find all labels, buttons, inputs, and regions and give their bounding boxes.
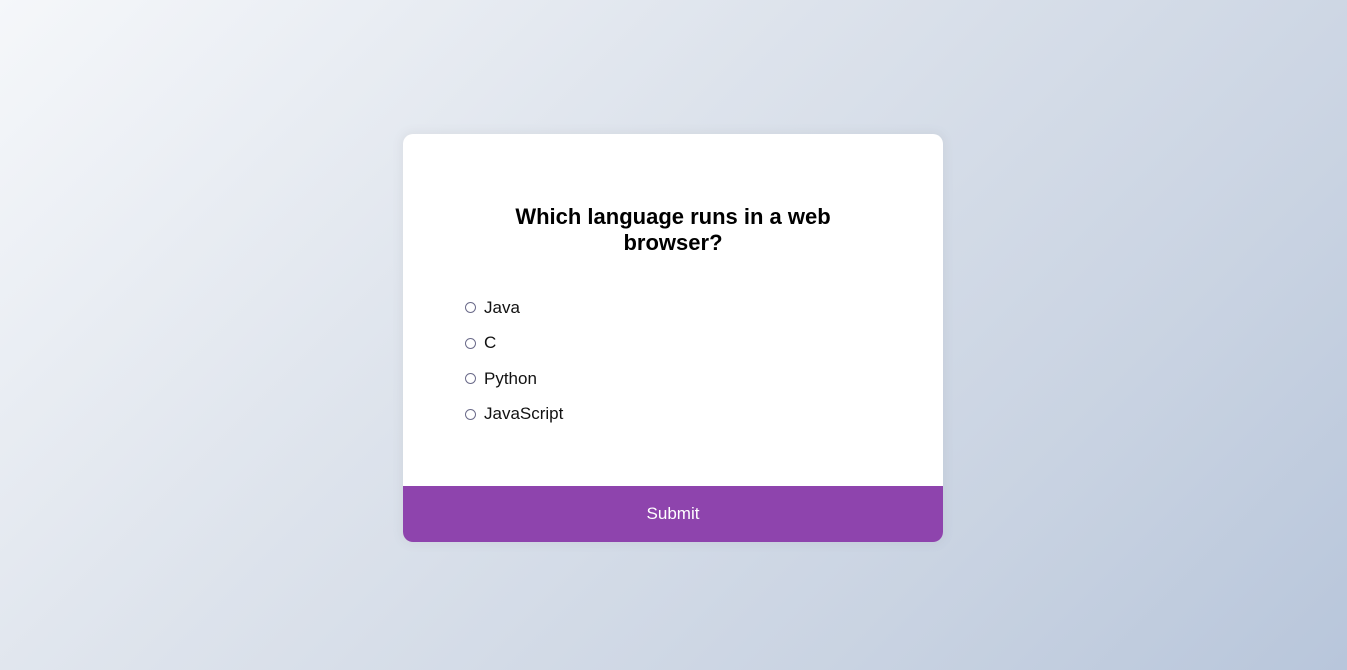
answer-label: JavaScript — [484, 404, 564, 424]
answer-option-python[interactable]: Python — [465, 361, 881, 397]
answer-option-java[interactable]: Java — [465, 290, 881, 326]
radio-button[interactable] — [465, 408, 476, 420]
question-text: Which language runs in a web browser? — [515, 204, 831, 255]
answer-list: Java C Python JavaScript — [465, 290, 881, 432]
answer-label: C — [484, 333, 497, 353]
radio-button[interactable] — [465, 373, 476, 385]
answer-label: Python — [484, 368, 537, 388]
quiz-card: Which language runs in a web browser? Ja… — [403, 134, 943, 542]
radio-button[interactable] — [465, 302, 476, 314]
answer-option-c[interactable]: C — [465, 326, 881, 362]
quiz-body: Which language runs in a web browser? Ja… — [403, 134, 943, 486]
radio-button[interactable] — [465, 337, 476, 349]
submit-button[interactable]: Submit — [403, 486, 943, 542]
answer-label: Java — [484, 297, 520, 317]
answer-option-javascript[interactable]: JavaScript — [465, 397, 881, 433]
